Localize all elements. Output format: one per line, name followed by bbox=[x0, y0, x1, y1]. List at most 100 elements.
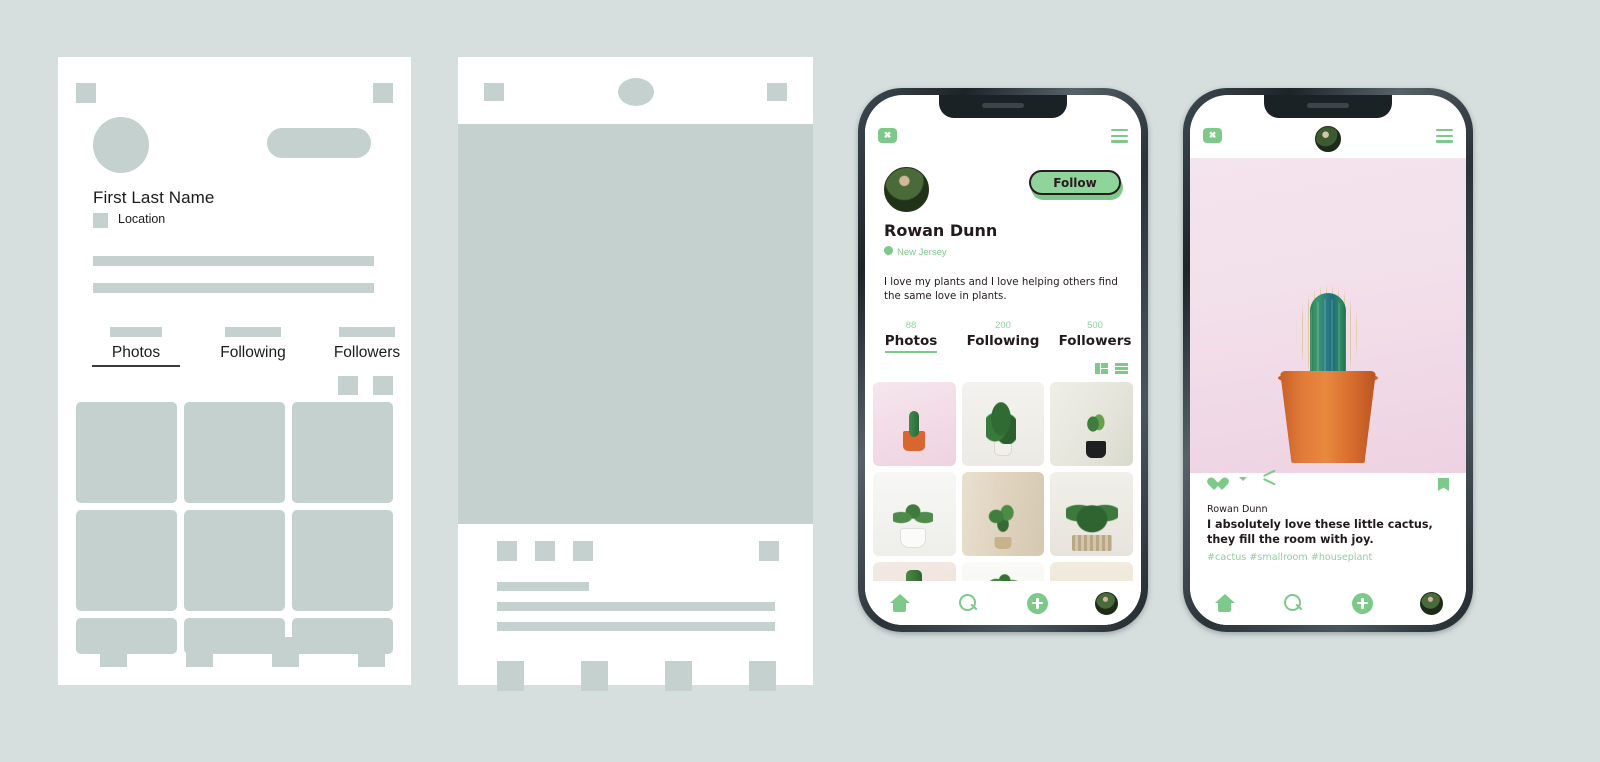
square-icon[interactable] bbox=[373, 83, 393, 103]
add-post-icon bbox=[1027, 592, 1048, 614]
bookmark-placeholder[interactable] bbox=[759, 541, 779, 561]
close-icon[interactable]: ✖ bbox=[1203, 128, 1222, 143]
photo-cell[interactable] bbox=[292, 510, 393, 611]
nav-item-placeholder[interactable] bbox=[497, 661, 524, 691]
nav-search[interactable] bbox=[934, 593, 1003, 613]
image-placeholder[interactable] bbox=[458, 124, 813, 524]
nav-item-placeholder[interactable] bbox=[749, 661, 776, 691]
post-photo[interactable] bbox=[1190, 158, 1466, 473]
nav-home[interactable] bbox=[1190, 594, 1259, 612]
nav-search[interactable] bbox=[1259, 593, 1328, 613]
grid-view-placeholder[interactable] bbox=[338, 376, 358, 395]
list-view-icon[interactable] bbox=[1115, 363, 1128, 374]
photo-tile[interactable] bbox=[873, 382, 956, 466]
nav-item-placeholder[interactable] bbox=[272, 637, 299, 667]
hamburger-menu-icon[interactable] bbox=[1436, 129, 1453, 143]
photo-cell[interactable] bbox=[184, 510, 285, 611]
bio-line-placeholder bbox=[93, 283, 374, 293]
avatar-placeholder[interactable] bbox=[617, 78, 654, 106]
notch bbox=[939, 95, 1067, 118]
home-icon bbox=[1214, 594, 1235, 612]
square-icon[interactable] bbox=[76, 83, 96, 103]
stat-count-placeholder bbox=[225, 327, 281, 337]
app-top-bar: ✖ bbox=[865, 118, 1141, 158]
tab-followers[interactable]: Followers bbox=[318, 327, 416, 362]
search-icon bbox=[959, 593, 978, 613]
bottom-nav bbox=[76, 637, 393, 669]
hamburger-menu-icon[interactable] bbox=[1111, 129, 1128, 143]
nav-item-placeholder[interactable] bbox=[186, 637, 213, 667]
map-pin-icon bbox=[884, 246, 893, 258]
follow-button-label: Follow bbox=[1029, 170, 1121, 195]
comment-placeholder[interactable] bbox=[535, 541, 555, 561]
grid-view-icon[interactable] bbox=[1095, 363, 1108, 374]
photo-cell[interactable] bbox=[292, 402, 393, 503]
stat-followers[interactable]: 500 Followers bbox=[1049, 320, 1141, 353]
profile-avatar[interactable] bbox=[884, 167, 929, 212]
phone-screen: ✖ Follow Rowan Dunn New Jersey I love my… bbox=[865, 95, 1141, 625]
nav-profile[interactable] bbox=[1397, 591, 1466, 615]
profile-location-label: New Jersey bbox=[897, 246, 947, 258]
tab-photos-label: Photos bbox=[92, 344, 180, 367]
like-placeholder[interactable] bbox=[497, 541, 517, 561]
stats-bar: 88 Photos 200 Following 500 Followers bbox=[865, 320, 1141, 353]
profile-body: Follow Rowan Dunn New Jersey I love my p… bbox=[865, 158, 1141, 625]
nav-item-placeholder[interactable] bbox=[581, 661, 608, 691]
post-username[interactable]: Rowan Dunn bbox=[1207, 504, 1268, 515]
nav-item-placeholder[interactable] bbox=[665, 661, 692, 691]
photo-tile[interactable] bbox=[961, 562, 1045, 581]
stat-following-count: 200 bbox=[995, 320, 1011, 331]
nav-profile[interactable] bbox=[1072, 591, 1141, 615]
profile-name: Rowan Dunn bbox=[884, 221, 998, 240]
tab-followers-label: Followers bbox=[333, 344, 401, 361]
bookmark-icon[interactable] bbox=[1438, 478, 1449, 491]
square-icon[interactable] bbox=[767, 83, 787, 101]
stat-following[interactable]: 200 Following bbox=[957, 320, 1049, 353]
square-icon[interactable] bbox=[484, 83, 504, 101]
tab-following-label: Following bbox=[220, 344, 286, 361]
nav-home[interactable] bbox=[865, 594, 934, 612]
photo-tile[interactable] bbox=[873, 562, 956, 581]
photo-grid bbox=[873, 382, 1133, 581]
photo-tile[interactable] bbox=[873, 472, 956, 556]
stat-count-placeholder bbox=[110, 327, 162, 337]
stat-following-label: Following bbox=[966, 333, 1040, 349]
profile-avatar-icon bbox=[1095, 591, 1118, 615]
tab-photos[interactable]: Photos bbox=[92, 327, 180, 367]
bottom-nav bbox=[865, 581, 1141, 625]
nav-add-post[interactable] bbox=[1328, 592, 1397, 614]
photo-tile[interactable] bbox=[961, 472, 1045, 556]
photo-tile[interactable] bbox=[961, 382, 1045, 466]
tab-following[interactable]: Following bbox=[204, 327, 302, 362]
phone-screen: ✖ Rowan Dunn I absolutely love these lit… bbox=[1190, 95, 1466, 625]
photo-tile[interactable] bbox=[1050, 382, 1133, 466]
nav-add-post[interactable] bbox=[1003, 592, 1072, 614]
header-avatar[interactable] bbox=[1315, 126, 1341, 152]
share-placeholder[interactable] bbox=[573, 541, 593, 561]
avatar-placeholder[interactable] bbox=[93, 117, 149, 173]
terracotta-pot bbox=[1280, 371, 1376, 463]
speaker-slot bbox=[1307, 103, 1349, 108]
close-icon[interactable]: ✖ bbox=[878, 128, 897, 143]
photo-tile[interactable] bbox=[1050, 472, 1133, 556]
wireframe-profile: First Last Name Location Photos Followin… bbox=[58, 57, 411, 685]
profile-location: New Jersey bbox=[884, 246, 947, 258]
post-body: Rowan Dunn I absolutely love these littl… bbox=[1190, 158, 1466, 625]
nav-item-placeholder[interactable] bbox=[358, 637, 385, 667]
button-placeholder[interactable] bbox=[267, 128, 371, 158]
list-view-placeholder[interactable] bbox=[373, 376, 393, 395]
view-toggle-group bbox=[1095, 363, 1128, 374]
stat-photos[interactable]: 88 Photos bbox=[865, 320, 957, 353]
photo-cell[interactable] bbox=[184, 402, 285, 503]
location-marker-placeholder bbox=[93, 213, 108, 228]
photo-tile[interactable] bbox=[1050, 562, 1133, 581]
stat-count-placeholder bbox=[339, 327, 395, 337]
post-hashtags[interactable]: #cactus #smallroom #houseplant bbox=[1207, 552, 1372, 563]
canvas: First Last Name Location Photos Followin… bbox=[0, 0, 1600, 762]
follow-button[interactable]: Follow bbox=[1029, 170, 1123, 200]
photo-cell[interactable] bbox=[76, 402, 177, 503]
nav-item-placeholder[interactable] bbox=[100, 637, 127, 667]
bio-line-placeholder bbox=[93, 256, 374, 266]
photo-grid bbox=[76, 402, 393, 654]
photo-cell[interactable] bbox=[76, 510, 177, 611]
